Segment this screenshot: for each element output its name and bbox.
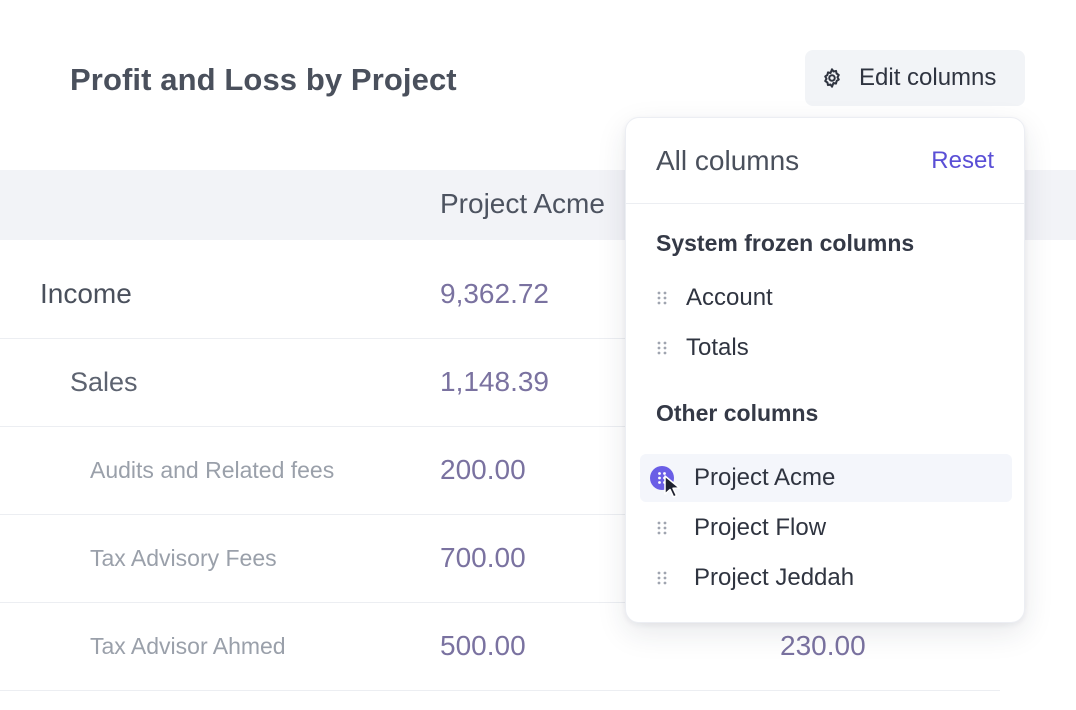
edit-columns-button[interactable]: Edit columns	[805, 50, 1025, 106]
drag-handle-icon	[657, 341, 667, 355]
other-columns-heading: Other columns	[656, 400, 819, 426]
column-item-totals[interactable]: Totals	[640, 324, 1012, 372]
drag-handle-icon	[657, 291, 667, 305]
edit-columns-dropdown: All columns Reset System frozen columns …	[625, 117, 1025, 623]
row-value: 500.00	[440, 630, 526, 661]
column-item-project-acme[interactable]: Project Acme	[640, 454, 1012, 502]
column-item-label: Project Jeddah	[694, 564, 855, 591]
column-item-label: Account	[686, 284, 773, 311]
row-account: Sales	[70, 367, 138, 397]
drag-handle-icon	[657, 571, 667, 585]
column-header-project-acme: Project Acme	[440, 188, 605, 219]
row-value: 200.00	[440, 454, 526, 485]
profit-loss-page: Profit and Loss by Project Edit columns …	[0, 0, 1076, 710]
row-value: 1,148.39	[440, 366, 549, 397]
column-item-project-flow[interactable]: Project Flow	[640, 504, 1012, 552]
drag-handle-icon	[657, 521, 667, 535]
dropdown-divider	[626, 203, 1024, 204]
column-item-account[interactable]: Account	[640, 274, 1012, 322]
edit-columns-label: Edit columns	[859, 64, 997, 91]
reset-button[interactable]: Reset	[931, 147, 994, 175]
row-account: Tax Advisory Fees	[90, 545, 277, 571]
gear-icon	[824, 68, 840, 88]
row-value: 700.00	[440, 542, 526, 573]
column-item-label: Totals	[686, 334, 749, 361]
row-account: Income	[40, 278, 132, 309]
mouse-cursor-icon	[664, 475, 681, 498]
row-account: Audits and Related fees	[90, 457, 335, 483]
page-title: Profit and Loss by Project	[70, 62, 457, 97]
frozen-columns-heading: System frozen columns	[656, 230, 915, 256]
dropdown-title: All columns	[656, 145, 800, 176]
row-value: 9,362.72	[440, 278, 549, 309]
column-item-label: Project Acme	[694, 464, 836, 491]
column-item-label: Project Flow	[694, 514, 827, 541]
row-account: Tax Advisor Ahmed	[90, 633, 286, 659]
column-item-project-jeddah[interactable]: Project Jeddah	[640, 554, 1012, 602]
